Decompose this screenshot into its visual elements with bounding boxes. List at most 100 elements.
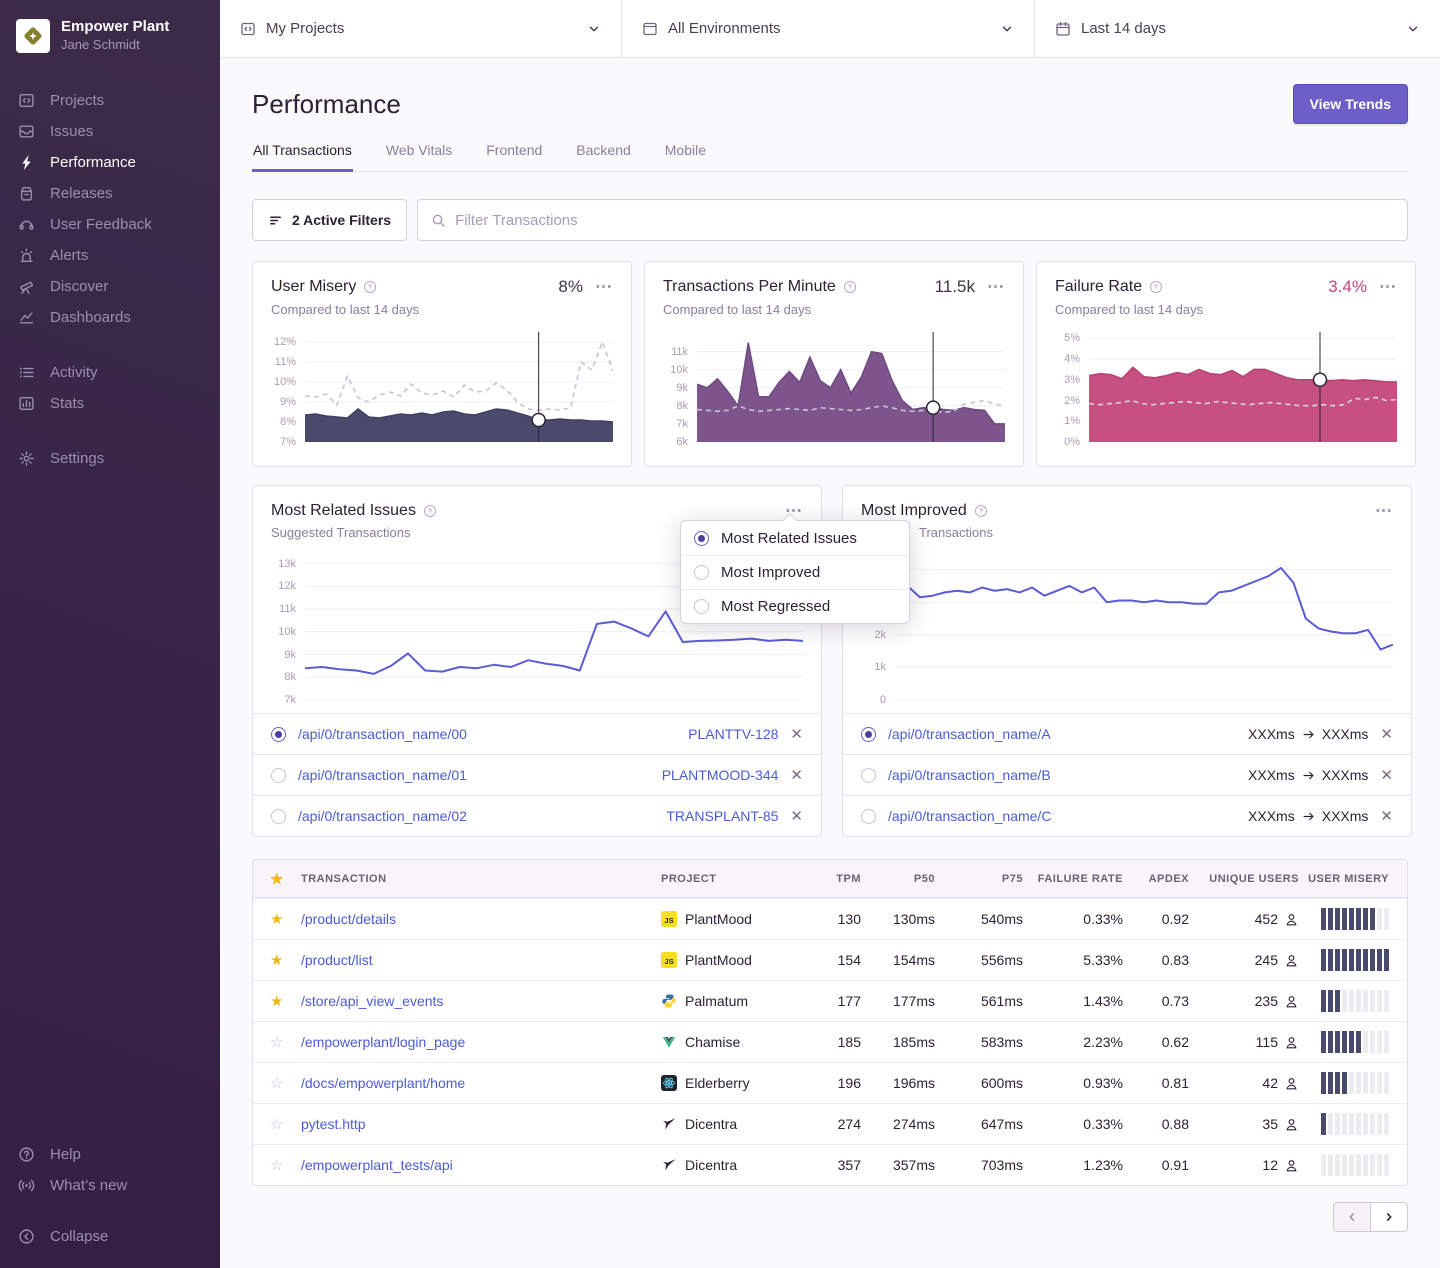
star-outline-icon[interactable]: ☆ bbox=[253, 1115, 301, 1133]
star-outline-icon[interactable]: ☆ bbox=[253, 1156, 301, 1174]
sidebar-item-issues[interactable]: Issues bbox=[0, 116, 220, 147]
collapse-icon bbox=[18, 1228, 35, 1245]
radio-button[interactable] bbox=[271, 727, 286, 742]
close-icon[interactable]: ✕ bbox=[1380, 768, 1393, 783]
user-misery-bars bbox=[1299, 1154, 1407, 1176]
project-cell[interactable]: Palmatum bbox=[661, 993, 811, 1009]
ellipsis-menu-icon[interactable]: ⋯ bbox=[595, 282, 613, 292]
transaction-link[interactable]: /api/0/transaction_name/01 bbox=[298, 767, 467, 783]
project-cell[interactable]: Chamise bbox=[661, 1034, 811, 1050]
user-misery-bars bbox=[1299, 1113, 1407, 1135]
transaction-link[interactable]: /empowerplant/login_page bbox=[301, 1034, 661, 1050]
help-icon[interactable]: ? bbox=[843, 280, 857, 294]
transaction-link[interactable]: pytest.http bbox=[301, 1116, 661, 1132]
vue-icon bbox=[661, 1034, 677, 1050]
sidebar-item-performance[interactable]: Performance bbox=[0, 147, 220, 178]
environment-selector[interactable]: All Environments bbox=[622, 0, 1035, 57]
dropdown-option-most-related-issues[interactable]: Most Related Issues bbox=[681, 521, 909, 555]
next-page-button[interactable] bbox=[1370, 1202, 1408, 1232]
user-icon bbox=[1284, 1035, 1299, 1050]
tab-mobile[interactable]: Mobile bbox=[664, 142, 707, 171]
transaction-link[interactable]: /api/0/transaction_name/A bbox=[888, 726, 1051, 742]
date-range-selector[interactable]: Last 14 days bbox=[1035, 0, 1440, 57]
issues-icon bbox=[18, 123, 35, 140]
svg-text:?: ? bbox=[979, 507, 984, 516]
transaction-link[interactable]: /api/0/transaction_name/B bbox=[888, 767, 1051, 783]
project-cell[interactable]: Dicentra bbox=[661, 1157, 811, 1173]
help-icon[interactable]: ? bbox=[423, 504, 437, 518]
star-filled-icon[interactable]: ★ bbox=[253, 951, 301, 969]
tab-all-transactions[interactable]: All Transactions bbox=[252, 142, 353, 172]
project-selector[interactable]: My Projects bbox=[220, 0, 622, 57]
star-filled-icon[interactable]: ★ bbox=[253, 992, 301, 1010]
help-icon[interactable]: ? bbox=[974, 504, 988, 518]
star-filled-icon[interactable]: ★ bbox=[253, 910, 301, 928]
radio-button[interactable] bbox=[861, 809, 876, 824]
page-title: Performance bbox=[252, 89, 401, 120]
sidebar-item-help[interactable]: Help bbox=[0, 1139, 220, 1170]
transaction-link[interactable]: /empowerplant_tests/api bbox=[301, 1157, 661, 1173]
dropdown-option-most-regressed[interactable]: Most Regressed bbox=[681, 589, 909, 623]
radio-button[interactable] bbox=[861, 768, 876, 783]
filter-icon bbox=[268, 213, 283, 228]
issue-link[interactable]: PLANTTV-128 bbox=[688, 726, 778, 742]
sidebar-item-label: Releases bbox=[50, 184, 113, 203]
project-cell[interactable]: JS PlantMood bbox=[661, 911, 811, 927]
transaction-link[interactable]: /api/0/transaction_name/02 bbox=[298, 808, 467, 824]
help-icon[interactable]: ? bbox=[1149, 280, 1163, 294]
sidebar-item-dashboards[interactable]: Dashboards bbox=[0, 302, 220, 333]
sidebar-item-alerts[interactable]: Alerts bbox=[0, 240, 220, 271]
help-icon[interactable]: ? bbox=[363, 280, 377, 294]
active-filters-button[interactable]: 2 Active Filters bbox=[252, 199, 407, 241]
star-outline-icon[interactable]: ☆ bbox=[253, 1033, 301, 1051]
close-icon[interactable]: ✕ bbox=[790, 768, 803, 783]
transaction-link[interactable]: /product/details bbox=[301, 911, 661, 927]
star-icon[interactable]: ★ bbox=[253, 870, 301, 888]
tab-web-vitals[interactable]: Web Vitals bbox=[385, 142, 453, 171]
tab-backend[interactable]: Backend bbox=[575, 142, 631, 171]
tpm-value: 154 bbox=[811, 952, 861, 968]
view-trends-button[interactable]: View Trends bbox=[1293, 84, 1408, 124]
svg-text:JS: JS bbox=[664, 916, 673, 925]
projects-icon bbox=[18, 92, 35, 109]
dropdown-option-most-improved[interactable]: Most Improved bbox=[681, 555, 909, 589]
radio-button[interactable] bbox=[271, 768, 286, 783]
search-input[interactable] bbox=[455, 212, 1394, 229]
project-cell[interactable]: JS PlantMood bbox=[661, 952, 811, 968]
sidebar-item-user-feedback[interactable]: User Feedback bbox=[0, 209, 220, 240]
issue-link[interactable]: PLANTMOOD-344 bbox=[662, 767, 779, 783]
user-misery-bars bbox=[1299, 1072, 1407, 1094]
ellipsis-menu-icon[interactable]: ⋯ bbox=[1375, 506, 1393, 516]
sidebar-item-releases[interactable]: Releases bbox=[0, 178, 220, 209]
close-icon[interactable]: ✕ bbox=[790, 727, 803, 742]
sidebar-item-activity[interactable]: Activity bbox=[0, 357, 220, 388]
ellipsis-menu-icon[interactable]: ⋯ bbox=[987, 282, 1005, 292]
activity-icon bbox=[18, 364, 35, 381]
project-cell[interactable]: Dicentra bbox=[661, 1116, 811, 1132]
javascript-icon: JS bbox=[661, 952, 677, 968]
transaction-link[interactable]: /api/0/transaction_name/00 bbox=[298, 726, 467, 742]
transaction-link[interactable]: /docs/empowerplant/home bbox=[301, 1075, 661, 1091]
close-icon[interactable]: ✕ bbox=[1380, 727, 1393, 742]
sidebar-item-discover[interactable]: Discover bbox=[0, 271, 220, 302]
transaction-link[interactable]: /product/list bbox=[301, 952, 661, 968]
ellipsis-menu-icon[interactable]: ⋯ bbox=[1379, 282, 1397, 292]
star-outline-icon[interactable]: ☆ bbox=[253, 1074, 301, 1092]
radio-button[interactable] bbox=[861, 727, 876, 742]
transaction-link[interactable]: /api/0/transaction_name/C bbox=[888, 808, 1051, 824]
project-cell[interactable]: Elderberry bbox=[661, 1075, 811, 1091]
transaction-link[interactable]: /store/api_view_events bbox=[301, 993, 661, 1009]
sidebar-item-collapse[interactable]: Collapse bbox=[0, 1221, 220, 1252]
sidebar-item-whats-new[interactable]: What’s new bbox=[0, 1170, 220, 1201]
sidebar-item-stats[interactable]: Stats bbox=[0, 388, 220, 419]
close-icon[interactable]: ✕ bbox=[790, 809, 803, 824]
sidebar-item-settings[interactable]: Settings bbox=[0, 443, 220, 474]
panel-title: Most Related Issues bbox=[271, 502, 416, 520]
radio-button[interactable] bbox=[271, 809, 286, 824]
issue-link[interactable]: TRANSPLANT-85 bbox=[666, 808, 778, 824]
previous-page-button[interactable] bbox=[1333, 1202, 1371, 1232]
close-icon[interactable]: ✕ bbox=[1380, 809, 1393, 824]
sidebar-item-projects[interactable]: Projects bbox=[0, 85, 220, 116]
org-switcher[interactable]: Empower Plant Jane Schmidt bbox=[0, 16, 220, 61]
tab-frontend[interactable]: Frontend bbox=[485, 142, 543, 171]
